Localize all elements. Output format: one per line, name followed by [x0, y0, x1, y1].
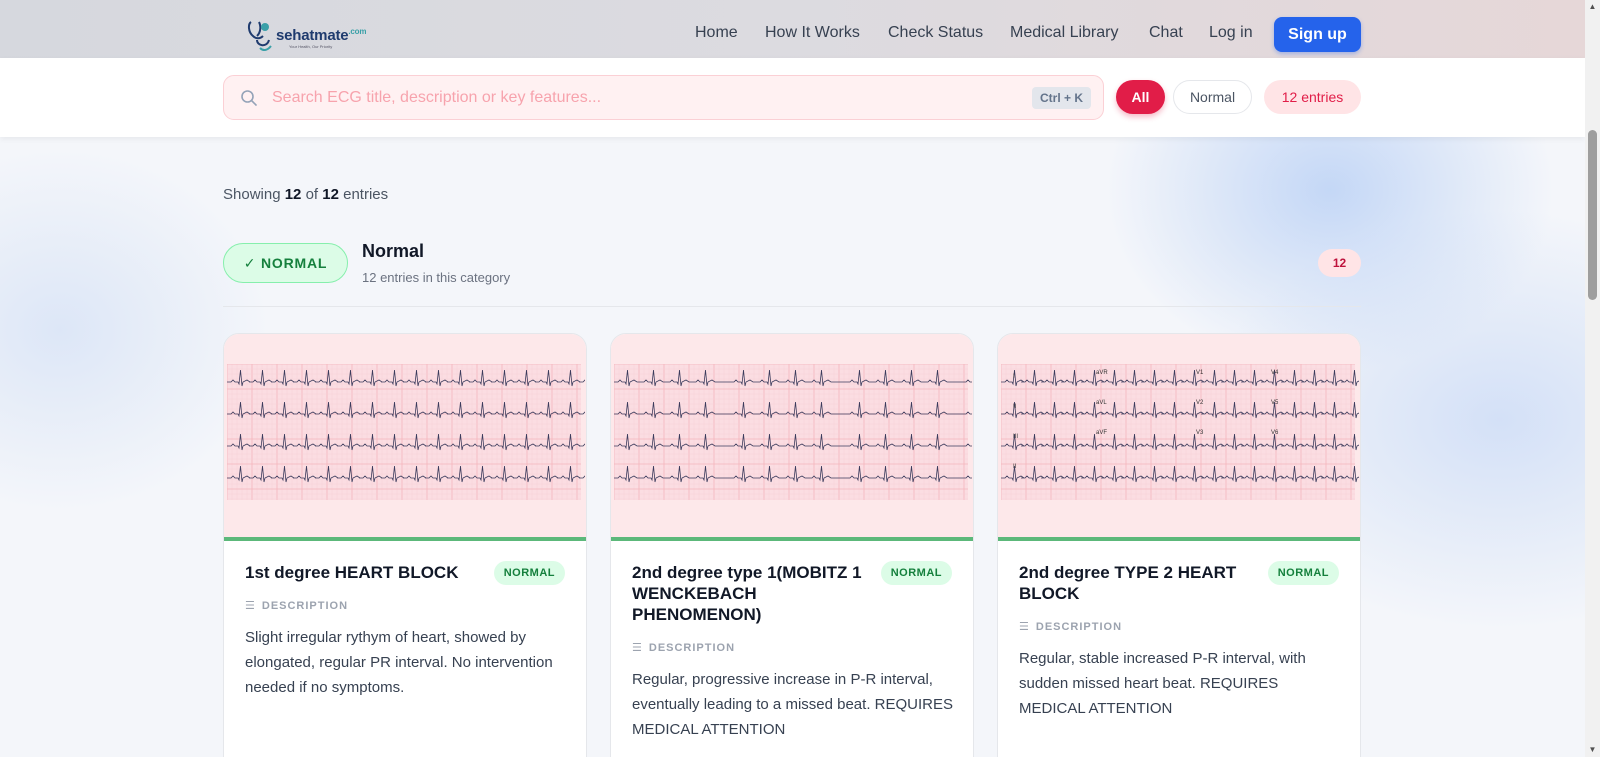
category-divider: [223, 306, 1361, 307]
filter-all-chip[interactable]: All: [1116, 80, 1165, 114]
card-status-badge: NORMAL: [493, 561, 565, 585]
ecg-strip-image: IaVR V1 V4IIaVL V2 V5IIIaVF V3 V6II: [1001, 364, 1359, 500]
ecg-lead-label: V3: [1196, 430, 1204, 436]
ecg-lead-label: V2: [1196, 400, 1204, 406]
ecg-image: IaVR V1 V4 II aVL V2 V5 III aVF V3 V6 II: [998, 334, 1360, 538]
ecg-lead-label: III: [1013, 434, 1018, 440]
ecg-lead-label: II: [1013, 464, 1017, 470]
ecg-card[interactable]: 1st degree HEART BLOCK NORMAL ☰ DESCRIPTI…: [223, 333, 587, 757]
nav-login-link[interactable]: Log in: [1209, 24, 1253, 42]
ecg-strip-image: [614, 364, 972, 500]
category-count-badge: 12: [1318, 249, 1361, 277]
entries-count-chip: 12 entries: [1264, 80, 1361, 114]
category-subtitle: 12 entries in this category: [362, 270, 511, 285]
description-label: ☰ DESCRIPTION: [1019, 620, 1123, 634]
ecg-lead-label: V6: [1271, 430, 1279, 436]
category-badge: ✓ NORMAL: [223, 243, 348, 283]
search-box[interactable]: Ctrl + K: [223, 75, 1104, 120]
card-status-badge: NORMAL: [880, 561, 952, 585]
card-title: 2nd degree TYPE 2 HEART BLOCK: [1019, 563, 1237, 603]
ecg-strip-image: [227, 364, 585, 500]
search-icon: [241, 90, 257, 106]
search-input[interactable]: [272, 76, 972, 119]
card-description: Regular, progressive increase in P-R int…: [632, 671, 953, 738]
ecg-lead-label: aVL: [1096, 400, 1107, 406]
results-summary: Showing 12 of 12 entries: [223, 186, 389, 203]
ecg-card[interactable]: 2nd degree type 1(MOBITZ 1 WENCKEBACH PH…: [610, 333, 974, 757]
card-accent-stripe: [998, 537, 1360, 541]
scrollbar-thumb[interactable]: [1588, 130, 1597, 300]
card-description: Regular, stable increased P-R interval, …: [1019, 650, 1306, 717]
nav-check-status-link[interactable]: Check Status: [888, 24, 983, 42]
list-icon: ☰: [632, 642, 643, 654]
nav-how-it-works-link[interactable]: How It Works: [765, 24, 860, 42]
ecg-image: [611, 334, 973, 538]
description-label: ☰ DESCRIPTION: [245, 599, 349, 613]
card-accent-stripe: [224, 537, 586, 541]
top-navbar: sehatmate.com Your Health, Our Priority …: [0, 0, 1585, 58]
ecg-lead-label: aVR: [1096, 370, 1108, 376]
ecg-lead-label: V4: [1271, 370, 1279, 376]
ecg-lead-label: V1: [1196, 370, 1204, 376]
scroll-up-arrow-icon[interactable]: ▲: [1585, 0, 1600, 14]
card-accent-stripe: [611, 537, 973, 541]
page-scrollbar[interactable]: ▲ ▼: [1585, 0, 1600, 757]
nav-medical-library-link[interactable]: Medical Library: [1010, 24, 1118, 42]
ecg-card[interactable]: IaVR V1 V4 II aVL V2 V5 III aVF V3 V6 II 2nd degree…: [997, 333, 1361, 757]
ecg-image: [224, 334, 586, 538]
list-icon: ☰: [245, 600, 256, 612]
list-icon: ☰: [1019, 621, 1030, 633]
card-status-badge: NORMAL: [1267, 561, 1339, 585]
description-label: ☰ DESCRIPTION: [632, 641, 736, 655]
ecg-lead-label: V5: [1271, 400, 1279, 406]
scroll-down-arrow-icon[interactable]: ▼: [1585, 743, 1600, 757]
category-title: Normal: [362, 241, 425, 261]
card-title: 2nd degree type 1(MOBITZ 1 WENCKEBACH PH…: [632, 563, 862, 624]
ecg-lead-label: aVF: [1096, 430, 1107, 436]
keyboard-shortcut-hint: Ctrl + K: [1031, 87, 1091, 109]
card-description: Slight irregular rythym of heart, showed…: [245, 629, 553, 696]
ecg-lead-label: II: [1013, 404, 1017, 410]
nav-chat-link[interactable]: Chat: [1149, 24, 1183, 42]
card-title: 1st degree HEART BLOCK: [245, 563, 459, 582]
signup-button[interactable]: Sign up: [1274, 17, 1361, 52]
nav-home-link[interactable]: Home: [695, 24, 738, 42]
filter-normal-chip[interactable]: Normal: [1173, 80, 1252, 114]
